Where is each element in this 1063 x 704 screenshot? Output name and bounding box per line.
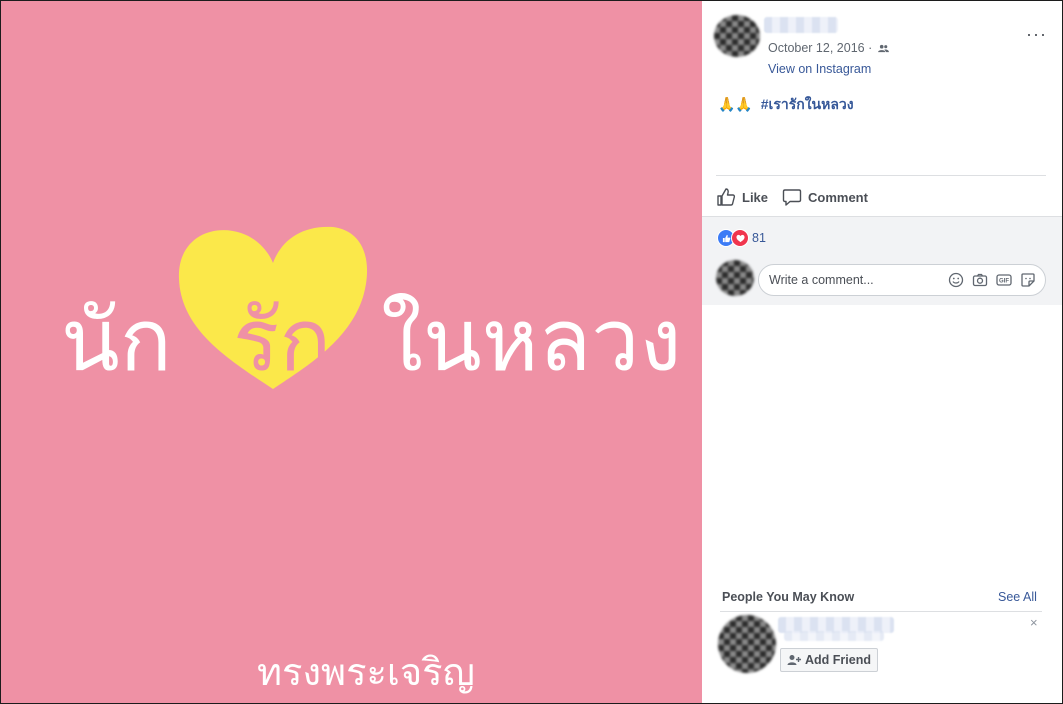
- photo-title: นัก รัก ในหลวง: [1, 1, 702, 703]
- gif-label: GIF: [999, 279, 1009, 285]
- comment-placeholder: Write a comment...: [769, 273, 874, 287]
- comment-label: Comment: [808, 189, 868, 205]
- suggested-friend-mutual: [784, 631, 884, 641]
- add-friend-label: Add Friend: [805, 653, 871, 667]
- love-reaction-icon: [731, 229, 749, 247]
- like-button[interactable]: Like: [716, 185, 768, 209]
- more-options-button[interactable]: ···: [1026, 25, 1047, 43]
- gif-icon[interactable]: GIF: [995, 271, 1013, 289]
- post-photo[interactable]: นัก รัก ในหลวง ทรงพระเจริญ: [1, 1, 702, 703]
- reaction-count[interactable]: 81: [752, 231, 766, 245]
- post-sidebar: ··· October 12, 2016 · View on Instagram…: [702, 1, 1062, 703]
- feedback-panel: 81 Write a comment... GIF: [702, 216, 1062, 305]
- comment-bubble-icon: [782, 189, 802, 206]
- camera-icon[interactable]: [971, 271, 989, 289]
- praying-hands-emoji: 🙏🙏: [718, 96, 753, 112]
- comment-input[interactable]: Write a comment... GIF: [758, 264, 1046, 296]
- comment-tools: GIF: [947, 271, 1037, 289]
- thumbs-up-icon: [717, 188, 736, 206]
- pymk-divider: [720, 611, 1042, 612]
- dismiss-suggestion-icon[interactable]: ×: [1030, 615, 1038, 630]
- photo-title-part1: นัก: [61, 291, 172, 391]
- post-date[interactable]: October 12, 2016 ·: [768, 41, 872, 55]
- photo-title-part2: ในหลวง: [381, 291, 682, 391]
- add-friend-icon: [787, 655, 802, 665]
- friends-audience-icon[interactable]: [877, 44, 889, 53]
- suggested-friend-avatar[interactable]: [718, 615, 776, 673]
- like-label: Like: [742, 189, 769, 205]
- author-avatar[interactable]: [714, 15, 760, 57]
- commenter-avatar: [716, 260, 754, 296]
- post-caption: 🙏🙏 #เรารักในหลวง: [718, 94, 854, 116]
- add-friend-button[interactable]: Add Friend: [780, 648, 878, 672]
- emoji-icon[interactable]: [947, 271, 965, 289]
- photo-subtitle: ทรงพระเจริญ: [257, 650, 475, 694]
- author-name[interactable]: [764, 17, 838, 33]
- photo-title-heart-text: รัก: [233, 291, 332, 391]
- caption-hashtag-link[interactable]: #เรารักในหลวง: [761, 96, 854, 112]
- actions-divider: [716, 175, 1046, 176]
- view-on-instagram-link[interactable]: View on Instagram: [768, 62, 871, 76]
- reactions-summary[interactable]: 81: [717, 229, 766, 247]
- people-you-may-know-title: People You May Know: [722, 590, 855, 604]
- sticker-icon[interactable]: [1019, 271, 1037, 289]
- post-meta: October 12, 2016 ·: [768, 41, 889, 55]
- see-all-link[interactable]: See All: [998, 590, 1037, 604]
- comment-button[interactable]: Comment: [782, 185, 868, 209]
